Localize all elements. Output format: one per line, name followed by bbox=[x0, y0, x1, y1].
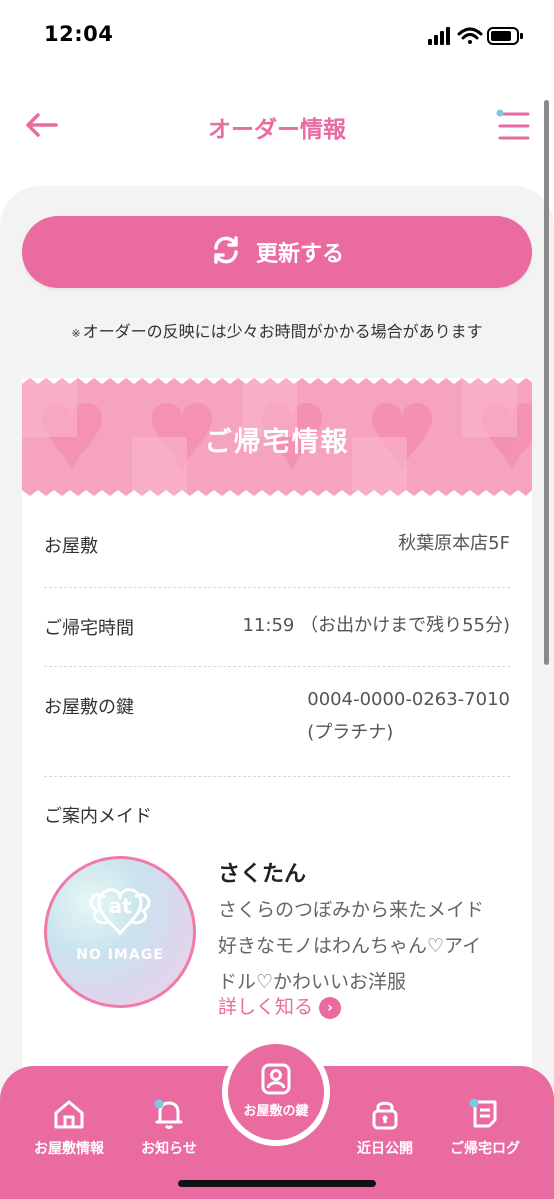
refresh-button[interactable]: 更新する bbox=[22, 216, 532, 288]
status-time: 12:04 bbox=[44, 22, 114, 46]
maid-name: さくたん bbox=[218, 862, 307, 887]
maid-avatar[interactable]: at NO IMAGE bbox=[44, 856, 196, 1008]
tab-coming-soon[interactable]: 近日公開 bbox=[340, 1096, 430, 1158]
notification-dot bbox=[154, 1099, 164, 1109]
notice-text: ※ オーダーの反映には少々お時間がかかる場合があります bbox=[71, 322, 483, 341]
tab-news[interactable]: お知らせ bbox=[124, 1096, 214, 1158]
info-row-key: お屋敷の鍵 0004-0000-0263-7010 (プラチナ) bbox=[44, 667, 510, 777]
info-row-mansion: お屋敷 秋葉原本店5F bbox=[44, 520, 510, 588]
no-image-text: NO IMAGE bbox=[76, 947, 164, 963]
user-card-icon bbox=[261, 1063, 291, 1095]
battery-icon bbox=[487, 27, 523, 45]
row-value: 11:59 （お出かけまで残り55分) bbox=[242, 615, 510, 636]
info-row-home-time: ご帰宅時間 11:59 （お出かけまで残り55分) bbox=[44, 588, 510, 667]
refresh-label: 更新する bbox=[255, 242, 344, 267]
home-info-card: ご帰宅情報 お屋敷 秋葉原本店5F ご帰宅時間 11:59 （お出かけまで残り5… bbox=[22, 378, 532, 1078]
hamburger-menu-icon bbox=[496, 109, 530, 140]
wifi-icon bbox=[457, 27, 483, 44]
notification-dot bbox=[469, 1098, 479, 1108]
refresh-icon bbox=[210, 234, 242, 272]
signal-icon bbox=[428, 27, 450, 45]
svg-text:at: at bbox=[108, 894, 131, 918]
status-icons bbox=[426, 24, 526, 48]
row-value: 0004-0000-0263-7010 (プラチナ) bbox=[307, 689, 510, 743]
tab-home-log[interactable]: ご帰宅ログ bbox=[440, 1096, 530, 1158]
row-label: お屋敷の鍵 bbox=[44, 697, 134, 718]
app-header: オーダー情報 bbox=[0, 92, 554, 158]
lock-icon bbox=[372, 1101, 398, 1130]
maid-description: さくらのつぼみから来たメイド 好きなモノはわんちゃん♡アイ ドル♡かわいいお洋服 bbox=[218, 899, 485, 993]
tab-mansion-info[interactable]: お屋敷情報 bbox=[24, 1096, 114, 1158]
row-label: お屋敷 bbox=[44, 536, 98, 557]
detail-link[interactable]: 詳しく知る › bbox=[218, 992, 342, 1019]
home-icon bbox=[54, 1100, 84, 1129]
menu-button[interactable] bbox=[494, 106, 534, 146]
home-info-banner: ご帰宅情報 bbox=[22, 378, 532, 496]
row-label: ご帰宅時間 bbox=[44, 618, 134, 639]
log-icon bbox=[469, 1098, 497, 1128]
page-title: オーダー情報 bbox=[208, 117, 346, 143]
guide-maid-label: ご案内メイド bbox=[44, 806, 152, 827]
at-logo-icon: at bbox=[89, 888, 151, 936]
chevron-right-icon: › bbox=[319, 996, 342, 1019]
row-value: 秋葉原本店5F bbox=[398, 533, 510, 554]
home-indicator bbox=[178, 1180, 376, 1187]
notification-dot bbox=[496, 109, 504, 117]
bell-icon bbox=[154, 1099, 183, 1129]
tab-mansion-key[interactable]: お屋敷の鍵 bbox=[222, 1038, 330, 1146]
scrollbar[interactable] bbox=[544, 100, 549, 665]
banner-title: ご帰宅情報 bbox=[204, 427, 350, 458]
status-bar: 12:04 bbox=[0, 0, 554, 72]
